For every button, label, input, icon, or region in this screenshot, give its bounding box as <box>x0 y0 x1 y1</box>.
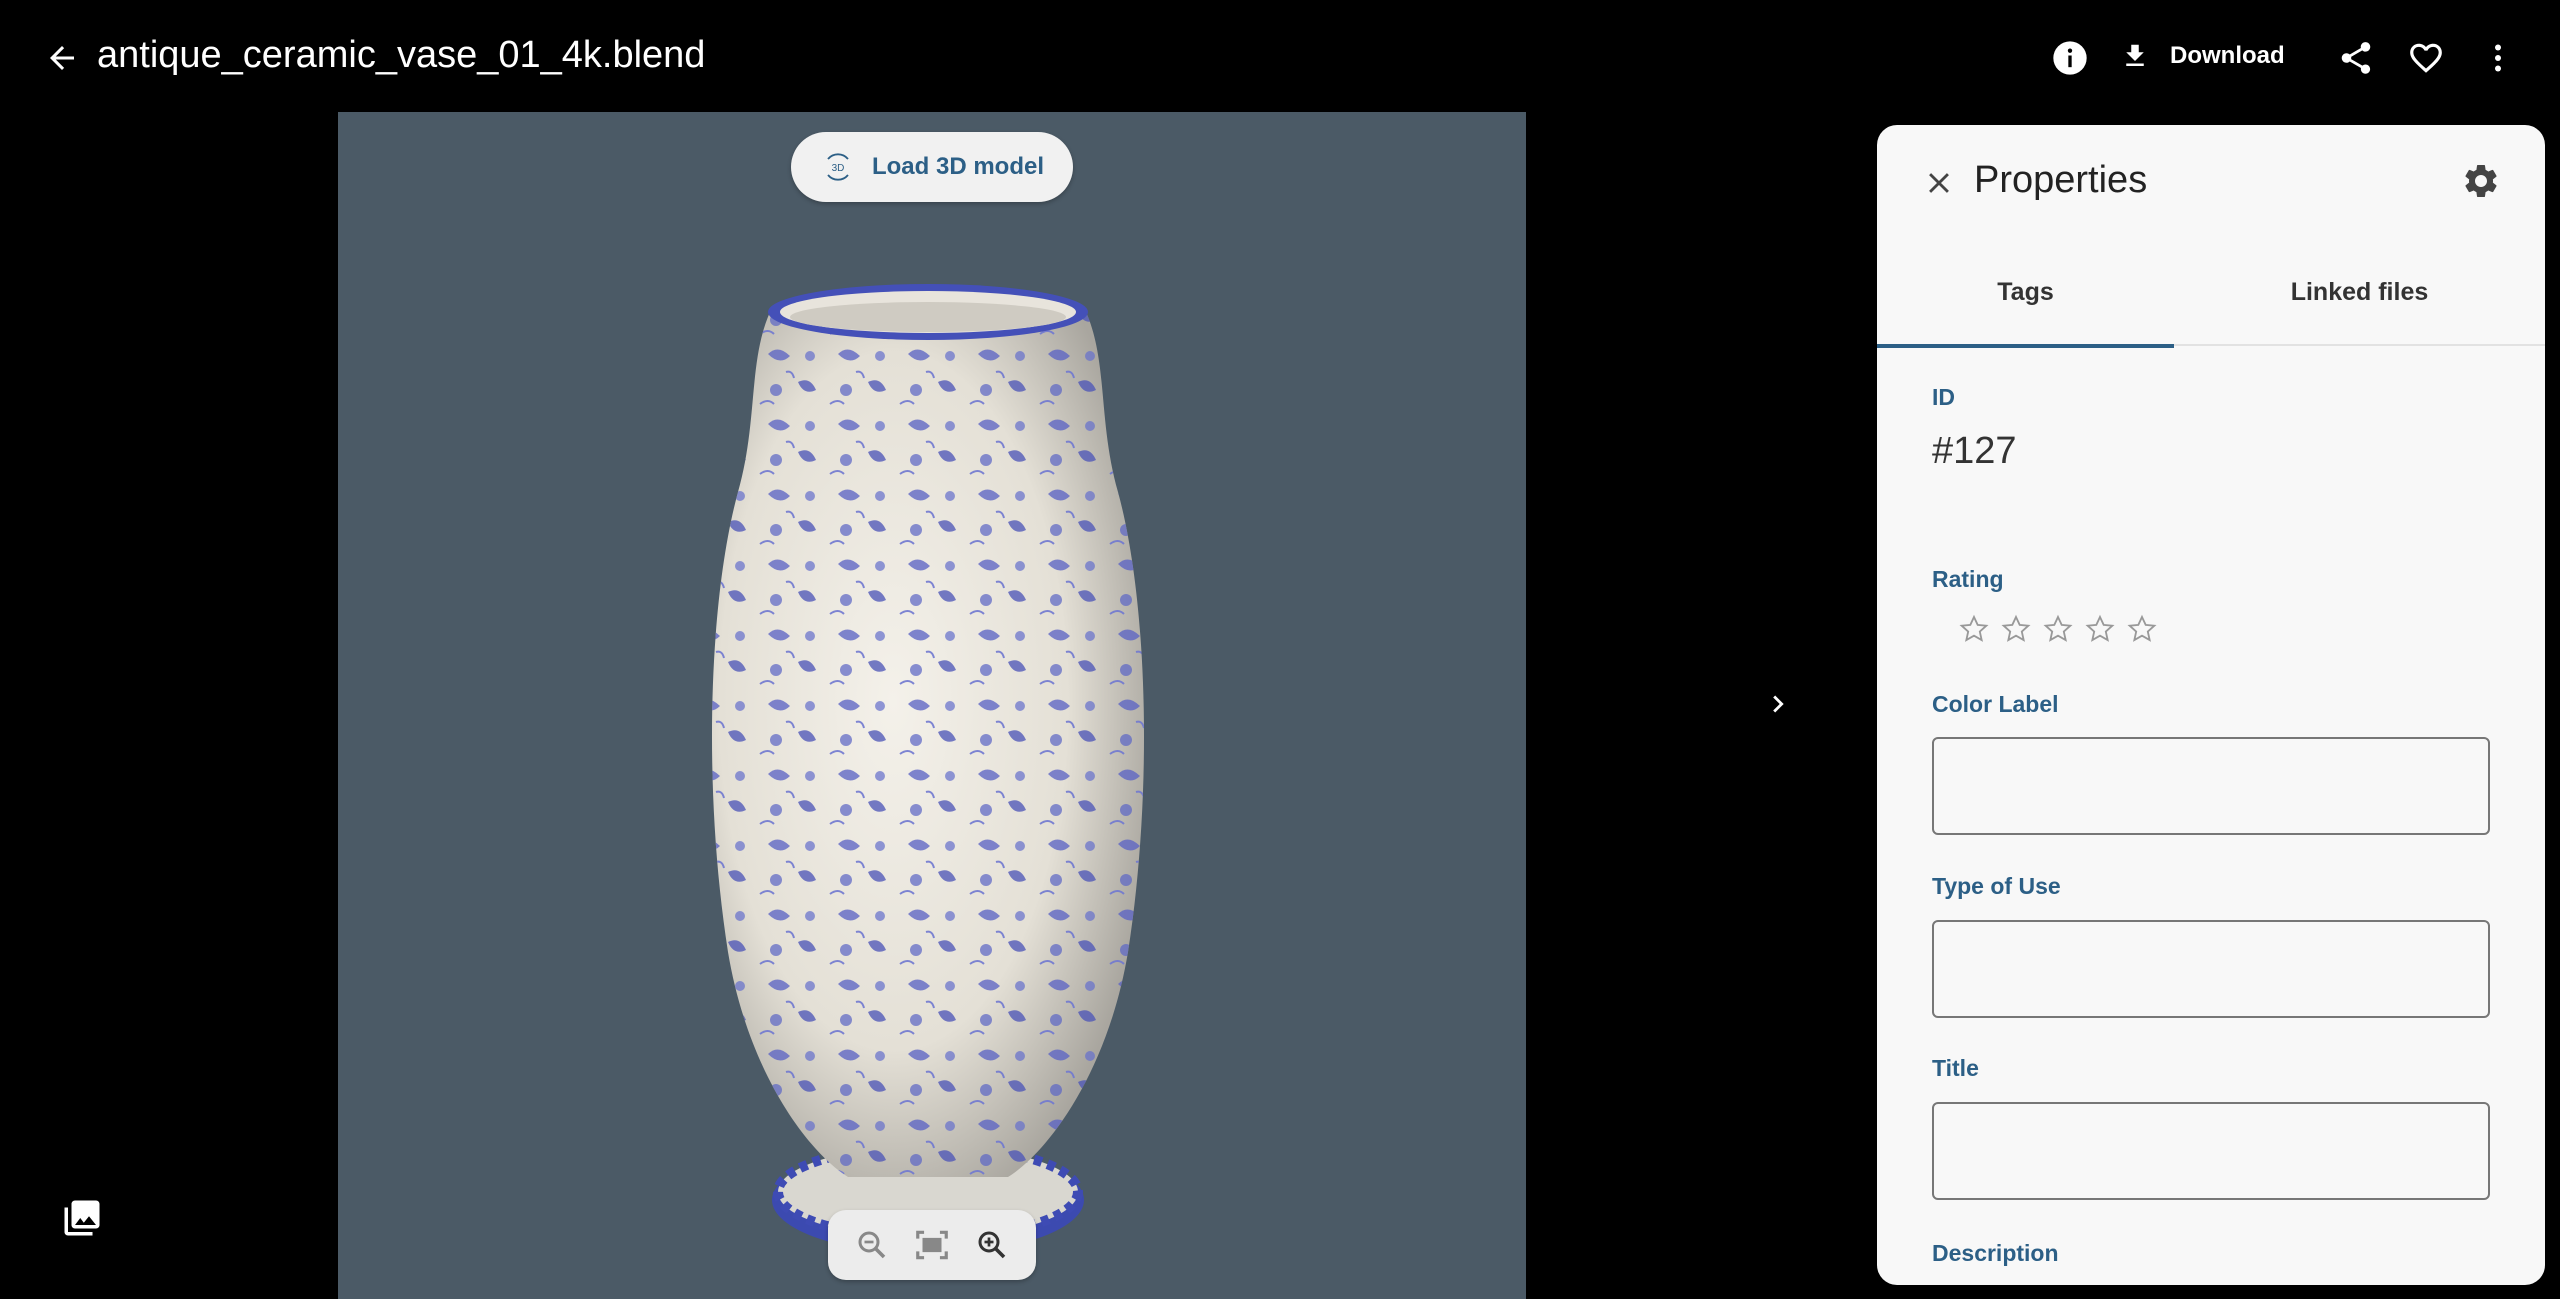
download-button[interactable]: Download <box>2120 30 2285 82</box>
more-vert-icon <box>2495 44 2501 72</box>
fit-screen-icon <box>916 1230 948 1260</box>
download-icon <box>2126 44 2144 66</box>
star-5[interactable] <box>2123 610 2161 648</box>
panel-tabs: Tags Linked files <box>1877 250 2545 348</box>
title-label: Title <box>1932 1055 1979 1081</box>
share-button[interactable] <box>2330 32 2382 84</box>
file-title: antique_ceramic_vase_01_4k.blend <box>97 34 706 76</box>
zoom-in-button[interactable] <box>968 1221 1016 1269</box>
type-of-use-field[interactable] <box>1932 920 2490 1018</box>
info-icon <box>2053 41 2087 75</box>
properties-panel: Properties Tags Linked files ID #127 Rat… <box>1877 125 2545 1285</box>
gallery-button[interactable] <box>58 1194 106 1242</box>
more-button[interactable] <box>2472 32 2524 84</box>
top-bar: antique_ceramic_vase_01_4k.blend Downloa… <box>0 0 2560 110</box>
fit-to-screen-button[interactable] <box>908 1221 956 1269</box>
rating-label: Rating <box>1932 566 2004 592</box>
load-3d-model-button[interactable]: 3D Load 3D model <box>791 132 1073 202</box>
gear-icon <box>2465 165 2497 197</box>
description-label: Description <box>1932 1240 2059 1266</box>
vase-render <box>688 272 1168 1262</box>
star-outline-icon <box>1959 614 1989 642</box>
settings-button[interactable] <box>2457 157 2505 205</box>
color-label-label: Color Label <box>1932 691 2059 717</box>
star-outline-icon <box>2127 614 2157 642</box>
star-outline-icon <box>2001 614 2031 642</box>
favorite-button[interactable] <box>2400 32 2452 84</box>
star-2[interactable] <box>1997 610 2035 648</box>
back-button[interactable] <box>40 36 84 80</box>
tab-tags[interactable]: Tags <box>1877 250 2174 348</box>
info-button[interactable] <box>2044 32 2096 84</box>
title-field[interactable] <box>1932 1102 2490 1200</box>
load-3d-model-label: Load 3D model <box>871 153 1045 180</box>
download-label: Download <box>2170 42 2285 69</box>
id-label: ID <box>1932 384 1955 410</box>
close-panel-button[interactable] <box>1917 161 1961 205</box>
zoom-in-icon <box>978 1231 1006 1259</box>
type-of-use-label: Type of Use <box>1932 873 2061 899</box>
rating-stars <box>1955 610 2161 648</box>
close-icon <box>1929 173 1949 193</box>
color-label-field[interactable] <box>1932 737 2490 835</box>
3d-rotation-icon: 3D <box>827 153 849 181</box>
star-3[interactable] <box>2039 610 2077 648</box>
panel-title: Properties <box>1974 159 2148 201</box>
star-1[interactable] <box>1955 610 1993 648</box>
zoom-out-button[interactable] <box>848 1221 896 1269</box>
star-outline-icon <box>2043 614 2073 642</box>
arrow-back-icon <box>50 46 74 70</box>
zoom-out-icon <box>858 1231 886 1259</box>
heart-icon <box>2410 43 2442 73</box>
model-viewer[interactable]: 3D Load 3D model <box>338 112 1526 1299</box>
tab-linked-files[interactable]: Linked files <box>2174 250 2545 346</box>
star-4[interactable] <box>2081 610 2119 648</box>
share-icon <box>2341 42 2371 74</box>
chevron-right-icon <box>1773 695 1784 713</box>
next-button[interactable] <box>1756 682 1800 726</box>
id-value: #127 <box>1932 430 2017 472</box>
photo-library-icon <box>64 1200 100 1236</box>
zoom-controls <box>828 1210 1036 1280</box>
svg-text:3D: 3D <box>832 163 845 174</box>
star-outline-icon <box>2085 614 2115 642</box>
